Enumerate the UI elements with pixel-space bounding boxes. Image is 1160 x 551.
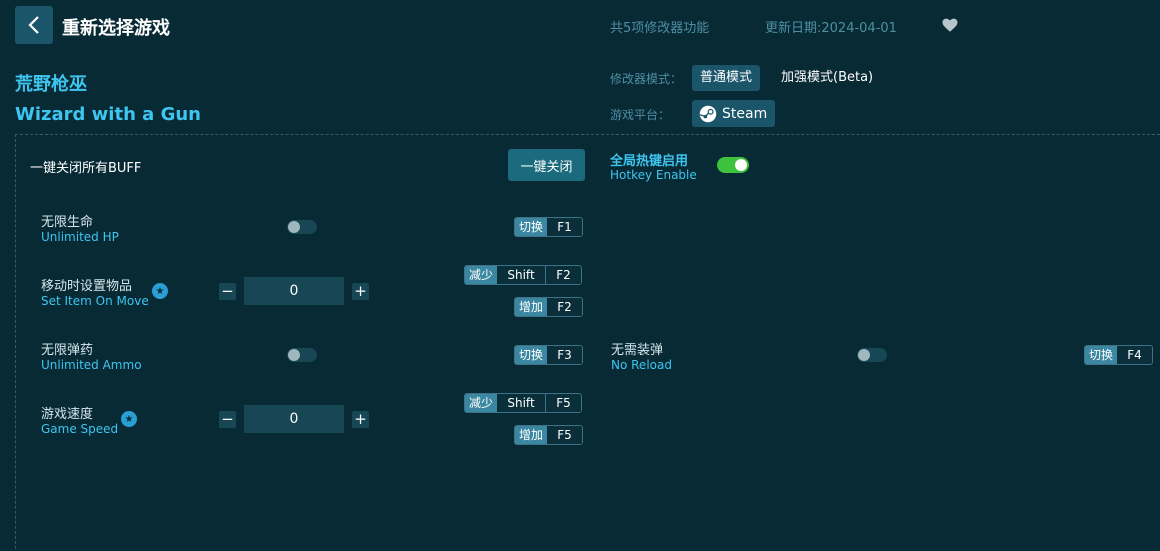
platform-label: 游戏平台：: [610, 108, 671, 122]
hotkey-action: 增加: [515, 298, 548, 316]
unlimited-hp-toggle[interactable]: [287, 220, 317, 234]
hotkey-action: 增加: [515, 426, 548, 444]
set-item-decrement-button[interactable]: −: [219, 283, 236, 300]
game-speed-decrease-hotkey[interactable]: 减少 Shift F5: [464, 393, 583, 413]
heart-icon[interactable]: [941, 16, 959, 34]
mode-enhanced-button[interactable]: 加强模式(Beta): [781, 65, 873, 91]
unlimited-hp-label: 无限生命: [41, 215, 94, 230]
close-all-button[interactable]: 一键关闭: [508, 149, 585, 181]
no-reload-label: 无需装弹: [611, 343, 664, 358]
toggle-knob: [288, 221, 300, 233]
game-title-cn: 荒野枪巫: [15, 74, 87, 95]
star-icon: ★: [121, 411, 137, 427]
set-item-label: 移动时设置物品: [41, 279, 133, 294]
hotkey-key: F1: [547, 218, 583, 236]
no-reload-hotkey[interactable]: 切换 F4: [1084, 345, 1154, 365]
hotkey-modifier: Shift: [497, 394, 547, 412]
update-date: 更新日期:2024-04-01: [765, 21, 897, 36]
unlimited-ammo-label: 无限弹药: [41, 343, 94, 358]
star-icon: ★: [152, 283, 168, 299]
game-speed-label-en: Game Speed: [41, 422, 119, 436]
chevron-left-icon: [28, 16, 39, 34]
unlimited-ammo-hotkey[interactable]: 切换 F3: [514, 345, 584, 365]
hotkey-key: F5: [547, 426, 583, 444]
options-panel: [15, 134, 1160, 551]
unlimited-ammo-label-en: Unlimited Ammo: [41, 358, 142, 372]
hotkey-enable-label-en: Hotkey Enable: [610, 168, 697, 182]
game-speed-decrement-button[interactable]: −: [219, 411, 236, 428]
platform-badge[interactable]: Steam: [692, 100, 776, 127]
hotkey-enable-toggle[interactable]: [717, 157, 749, 173]
toggle-knob: [288, 349, 300, 361]
mode-normal-button[interactable]: 普通模式: [692, 65, 761, 91]
unlimited-hp-label-en: Unlimited HP: [41, 230, 119, 244]
feature-count: 共5项修改器功能: [610, 21, 710, 36]
game-title-en: Wizard with a Gun: [15, 104, 201, 125]
platform-name: Steam: [722, 105, 768, 122]
toggle-knob: [735, 159, 747, 171]
close-all-buff-label: 一键关闭所有BUFF: [30, 161, 142, 176]
hotkey-key: F2: [547, 298, 583, 316]
hotkey-key: F2: [546, 266, 582, 284]
no-reload-label-en: No Reload: [611, 358, 672, 372]
no-reload-toggle[interactable]: [857, 348, 887, 362]
hotkey-key: F4: [1117, 346, 1153, 364]
game-speed-value[interactable]: 0: [244, 405, 344, 433]
set-item-decrease-hotkey[interactable]: 减少 Shift F2: [464, 265, 583, 285]
toggle-knob: [858, 349, 870, 361]
hotkey-action: 减少: [465, 266, 498, 284]
unlimited-ammo-toggle[interactable]: [287, 348, 317, 362]
hotkey-key: F3: [547, 346, 583, 364]
set-item-value[interactable]: 0: [244, 277, 344, 305]
game-speed-label: 游戏速度: [41, 407, 94, 422]
set-item-increase-hotkey[interactable]: 增加 F2: [514, 297, 584, 317]
unlimited-hp-hotkey[interactable]: 切换 F1: [514, 217, 584, 237]
hotkey-action: 切换: [1085, 346, 1118, 364]
mode-label: 修改器模式：: [610, 72, 683, 86]
hotkey-action: 切换: [515, 346, 548, 364]
page-title: 重新选择游戏: [62, 18, 170, 39]
steam-icon: [699, 105, 717, 122]
game-speed-increment-button[interactable]: +: [352, 411, 369, 428]
set-item-label-en: Set Item On Move: [41, 294, 149, 308]
set-item-increment-button[interactable]: +: [352, 283, 369, 300]
hotkey-action: 切换: [515, 218, 548, 236]
game-speed-increase-hotkey[interactable]: 增加 F5: [514, 425, 584, 445]
hotkey-modifier: Shift: [497, 266, 547, 284]
back-button[interactable]: [15, 6, 53, 44]
hotkey-action: 减少: [465, 394, 498, 412]
hotkey-key: F5: [546, 394, 582, 412]
hotkey-enable-label-cn: 全局热键启用: [610, 154, 689, 169]
